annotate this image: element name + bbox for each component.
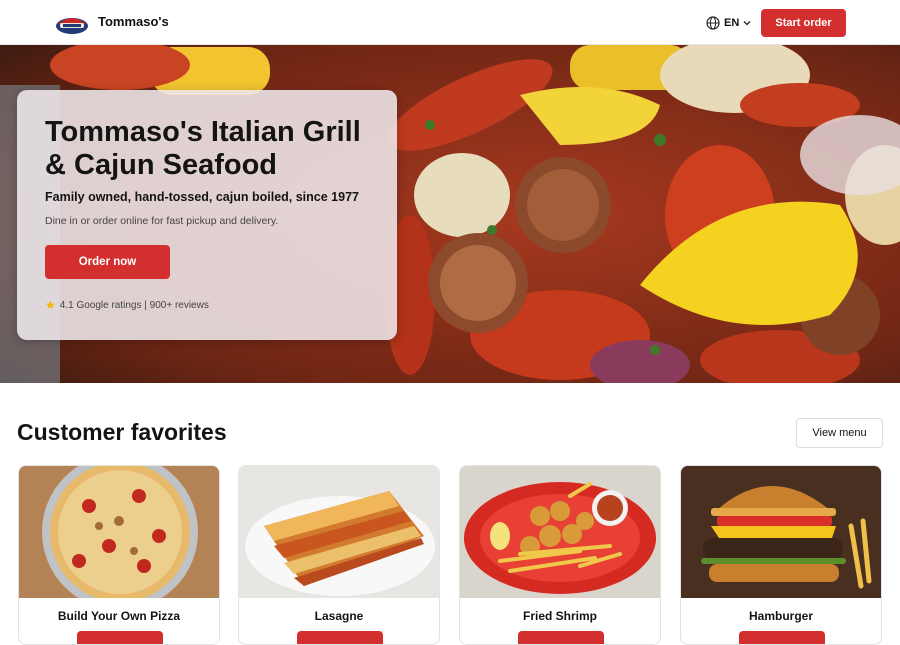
product-name: Build Your Own Pizza	[57, 609, 181, 623]
product-name: Hamburger	[748, 609, 813, 623]
product-card[interactable]: Build Your Own Pizza	[18, 465, 220, 645]
star-icon: ★	[45, 298, 56, 312]
add-button[interactable]	[739, 631, 825, 644]
rating-summary: ★ 4.1 Google ratings | 900+ reviews	[45, 298, 209, 312]
add-button[interactable]	[297, 631, 383, 644]
start-order-button[interactable]: Start order	[761, 9, 846, 37]
tommasos-logo-icon[interactable]	[54, 10, 90, 36]
product-card[interactable]: Hamburger	[680, 465, 882, 645]
rating-text: 4.1 Google ratings | 900+ reviews	[59, 299, 209, 311]
chevron-down-icon	[743, 21, 751, 26]
hero-card: Tommaso's Italian Grill & Cajun Seafood …	[17, 90, 397, 340]
view-menu-button[interactable]: View menu	[796, 418, 883, 448]
add-button[interactable]	[77, 631, 163, 644]
product-name: Fried Shrimp	[522, 609, 597, 623]
lasagne-image	[239, 466, 439, 598]
order-now-button[interactable]: Order now	[45, 245, 170, 279]
hero-section: Tommaso's Italian Grill & Cajun Seafood …	[0, 45, 900, 383]
product-name: Lasagne	[314, 609, 364, 623]
product-card[interactable]: Lasagne	[238, 465, 440, 645]
product-card[interactable]: Fried Shrimp	[459, 465, 661, 645]
globe-icon	[706, 16, 720, 30]
fried-shrimp-image	[460, 466, 660, 598]
language-selector[interactable]: EN	[706, 14, 751, 32]
hero-title: Tommaso's Italian Grill & Cajun Seafood	[45, 116, 361, 181]
add-button[interactable]	[518, 631, 604, 644]
hamburger-image	[681, 466, 881, 598]
section-title: Customer favorites	[17, 419, 227, 445]
pizza-image	[19, 466, 219, 598]
brand-name[interactable]: Tommaso's	[98, 14, 169, 29]
language-label: EN	[724, 17, 740, 29]
favorites-list: Build Your Own Pizza Lasagne Fried Shrim…	[18, 465, 882, 645]
site-header: Tommaso's EN Start order	[0, 0, 900, 45]
hero-subtitle: Family owned, hand-tossed, cajun boiled,…	[45, 190, 359, 204]
hero-description: Dine in or order online for fast pickup …	[45, 215, 279, 227]
